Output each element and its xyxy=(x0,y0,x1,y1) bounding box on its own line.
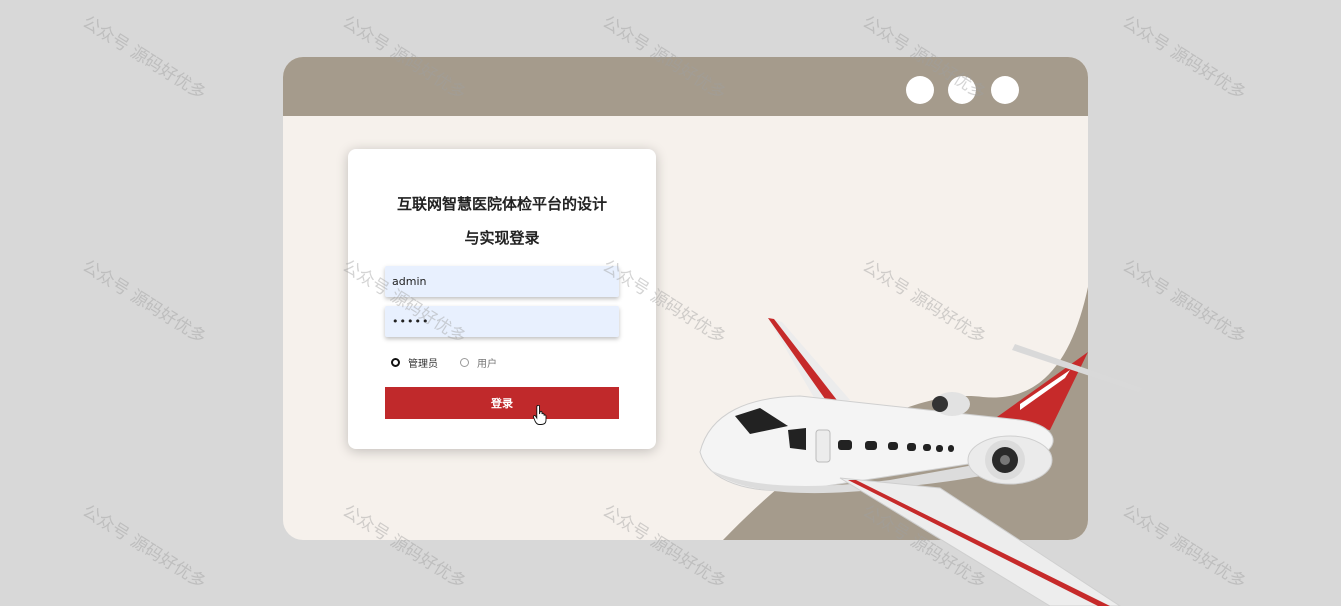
watermark: 公众号 源码好优多 xyxy=(78,12,210,105)
role-radio-group: 管理员 用户 xyxy=(391,354,519,370)
role-label-admin: 管理员 xyxy=(408,358,438,370)
password-input[interactable] xyxy=(385,306,619,337)
radio-checked-icon[interactable] xyxy=(391,357,400,367)
login-card: 互联网智慧医院体检平台的设计 与实现登录 管理员 用户 登录 xyxy=(348,149,656,449)
hand-pointer-icon xyxy=(533,405,547,425)
airplane-image xyxy=(699,318,1142,606)
role-option-user[interactable]: 用户 xyxy=(460,355,497,370)
window-titlebar xyxy=(283,57,1088,116)
window-dot-1[interactable] xyxy=(906,76,934,104)
login-button[interactable]: 登录 xyxy=(385,387,619,419)
watermark: 公众号 源码好优多 xyxy=(1118,12,1250,105)
page: 互联网智慧医院体检平台的设计 与实现登录 管理员 用户 登录 公众号 源码好优多… xyxy=(0,0,1341,606)
username-input[interactable] xyxy=(385,266,619,297)
role-label-user: 用户 xyxy=(477,358,497,370)
watermark: 公众号 源码好优多 xyxy=(78,256,210,349)
window-dot-2[interactable] xyxy=(948,76,976,104)
watermark: 公众号 源码好优多 xyxy=(78,501,210,594)
login-title-line-2: 与实现登录 xyxy=(464,229,540,247)
login-title: 互联网智慧医院体检平台的设计 与实现登录 xyxy=(348,187,656,255)
login-title-line-1: 互联网智慧医院体检平台的设计 xyxy=(396,195,607,213)
role-option-admin[interactable]: 管理员 xyxy=(391,355,438,370)
radio-unchecked-icon[interactable] xyxy=(460,357,469,367)
window-dot-3[interactable] xyxy=(991,76,1019,104)
